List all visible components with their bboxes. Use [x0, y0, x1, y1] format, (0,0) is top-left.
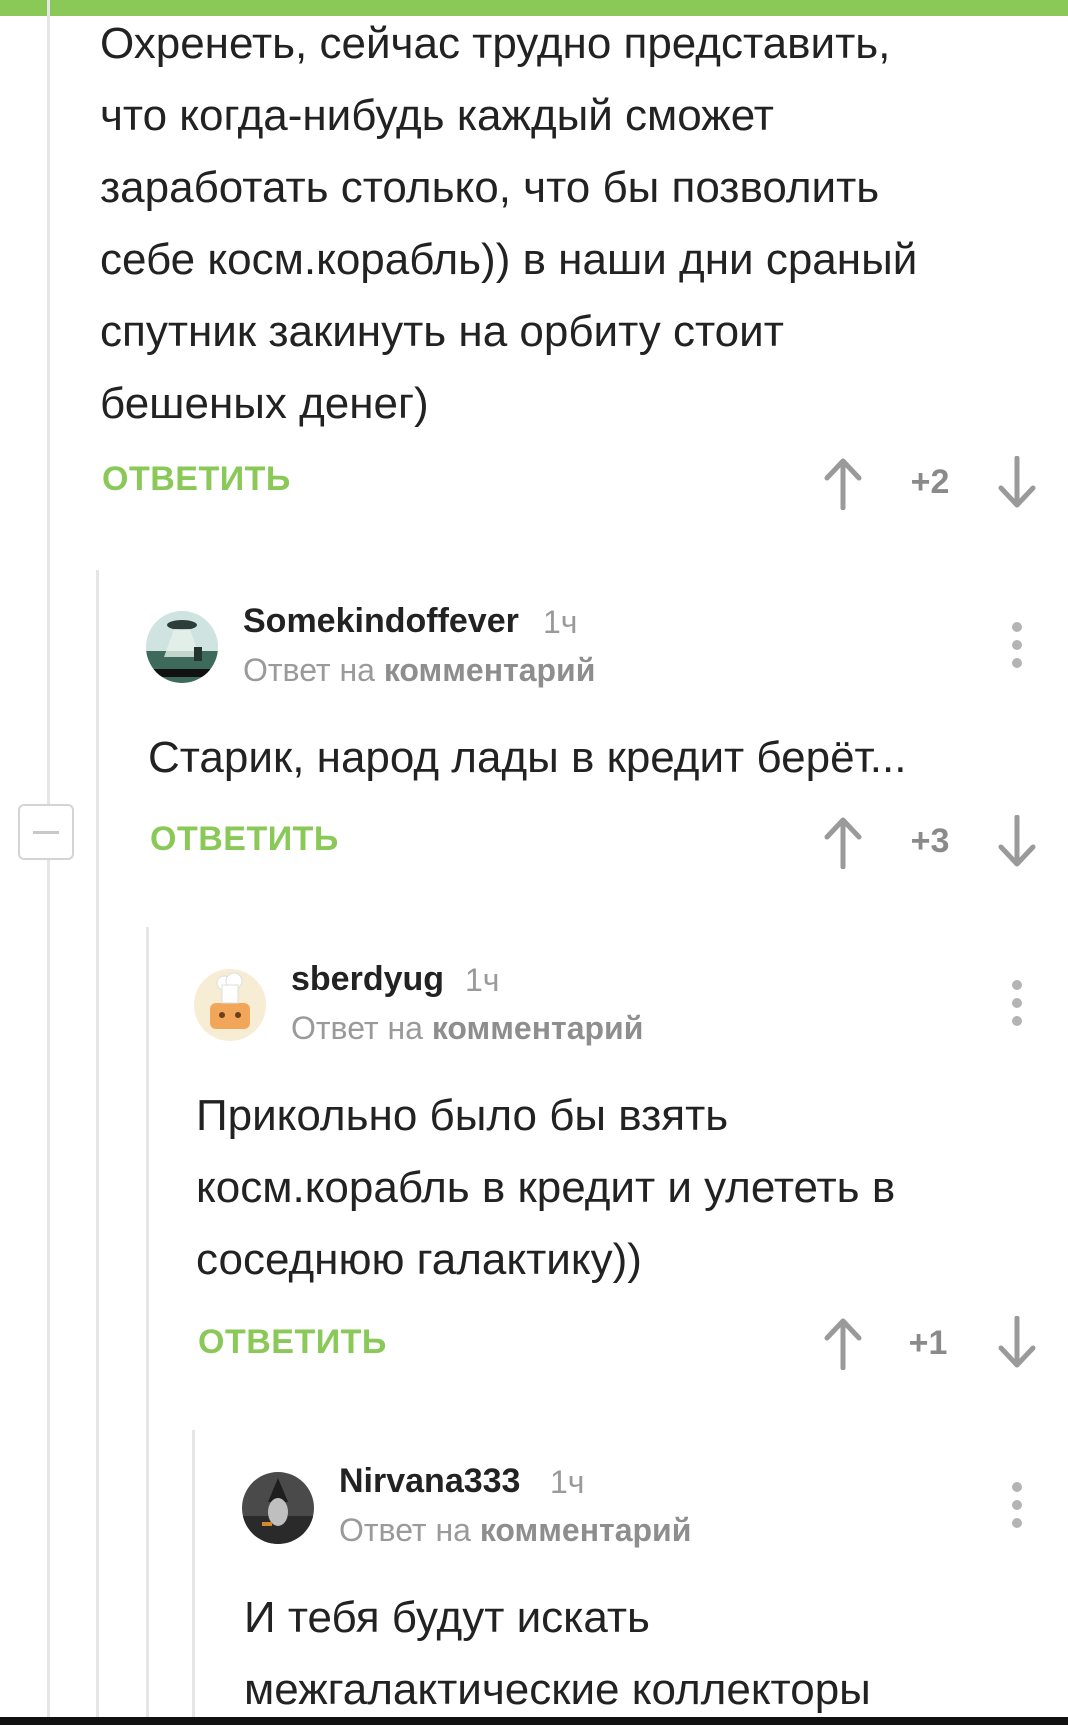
- comment-text-line: соседнюю галактику)): [196, 1235, 642, 1284]
- arrow-up-icon[interactable]: [823, 815, 863, 869]
- more-vertical-icon[interactable]: [1002, 1480, 1032, 1530]
- reply-button[interactable]: ОТВЕТИТЬ: [150, 820, 339, 859]
- comment-score: +1: [908, 1324, 948, 1362]
- reply-to-info: Ответ на комментарий: [243, 652, 595, 689]
- reply-to-link[interactable]: комментарий: [432, 1010, 644, 1046]
- thread-line-root: [47, 0, 50, 1725]
- arrow-down-icon[interactable]: [997, 456, 1037, 510]
- comment-text-line: Старик, народ лады в кредит берёт...: [148, 733, 907, 782]
- reply-to-prefix: Ответ на: [243, 652, 375, 688]
- username[interactable]: Somekindoffever: [243, 602, 519, 641]
- reply-to-prefix: Ответ на: [291, 1010, 423, 1046]
- avatar[interactable]: [146, 611, 218, 683]
- avatar[interactable]: [242, 1472, 314, 1544]
- comment-time: 1ч: [550, 1464, 585, 1500]
- comment-text-line: И тебя будут искать: [244, 1593, 650, 1642]
- reply-to-info: Ответ на комментарий: [339, 1512, 691, 1549]
- thread-line-level-2: [146, 927, 149, 1725]
- comment-time: 1ч: [465, 962, 500, 998]
- reply-button[interactable]: ОТВЕТИТЬ: [198, 1323, 387, 1362]
- comment-text-line: межгалактические коллекторы: [244, 1665, 871, 1714]
- comment-text-line: заработать столько, что бы позволить: [100, 163, 880, 212]
- comment-text-line: себе косм.корабль)) в наши дни сраный: [100, 235, 918, 284]
- comment-text-line: косм.корабль в кредит и улететь в: [196, 1163, 896, 1212]
- comment-text-line: спутник закинуть на орбиту стоит: [100, 307, 784, 356]
- comment-body: И тебя будут искать межгалактические кол…: [244, 1582, 1054, 1726]
- arrow-down-icon[interactable]: [997, 815, 1037, 869]
- comment-time: 1ч: [543, 604, 578, 640]
- username[interactable]: Nirvana333: [339, 1462, 520, 1501]
- thread-line-level-3: [192, 1430, 195, 1725]
- comment-body: Прикольно было бы взять косм.корабль в к…: [196, 1080, 1056, 1296]
- avatar-image: [194, 969, 266, 1041]
- comment-text-line: что когда-нибудь каждый сможет: [100, 91, 774, 140]
- comment-text-line: Прикольно было бы взять: [196, 1091, 729, 1140]
- comment-score: +2: [910, 463, 950, 501]
- comment-body: Охренеть, сейчас трудно представить, что…: [100, 8, 1040, 440]
- comment-text-line: бешеных денег): [100, 379, 429, 428]
- collapse-thread-button[interactable]: [18, 804, 74, 860]
- navigation-bar-edge: [0, 1717, 1068, 1725]
- avatar[interactable]: [194, 969, 266, 1041]
- reply-to-prefix: Ответ на: [339, 1512, 471, 1548]
- more-vertical-icon[interactable]: [1002, 978, 1032, 1028]
- arrow-up-icon[interactable]: [823, 1316, 863, 1370]
- reply-to-info: Ответ на комментарий: [291, 1010, 643, 1047]
- comment-text-line: Охренеть, сейчас трудно представить,: [100, 19, 891, 68]
- reply-to-link[interactable]: комментарий: [480, 1512, 692, 1548]
- comment-score: +3: [910, 822, 950, 860]
- avatar-image: [242, 1472, 314, 1544]
- reply-button[interactable]: ОТВЕТИТЬ: [102, 460, 291, 499]
- thread-line-level-1: [96, 570, 99, 1725]
- username[interactable]: sberdyug: [291, 960, 444, 999]
- avatar-image: [146, 611, 218, 683]
- reply-to-link[interactable]: комментарий: [384, 652, 596, 688]
- more-vertical-icon[interactable]: [1002, 620, 1032, 670]
- arrow-up-icon[interactable]: [823, 456, 863, 510]
- arrow-down-icon[interactable]: [997, 1316, 1037, 1370]
- comment-body: Старик, народ лады в кредит берёт...: [148, 722, 1048, 794]
